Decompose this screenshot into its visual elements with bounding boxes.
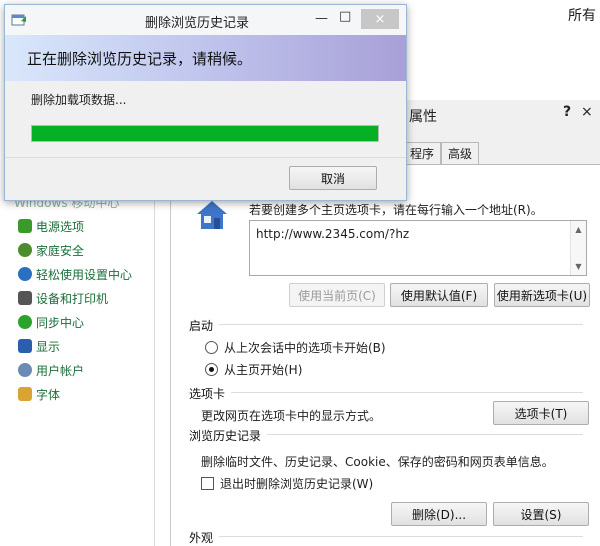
accessibility-icon	[18, 267, 32, 281]
cancel-button[interactable]: 取消	[289, 166, 377, 190]
sync-icon	[18, 315, 32, 329]
fonts-folder-icon	[18, 387, 32, 401]
sidebar-item-fonts[interactable]: 字体	[18, 384, 60, 404]
section-divider	[267, 434, 583, 435]
delete-history-on-exit-checkbox[interactable]: 退出时删除浏览历史记录(W)	[201, 475, 373, 492]
dialog-header-banner: 正在删除浏览历史记录，请稍候。	[5, 35, 406, 81]
history-section-label: 浏览历史记录	[189, 429, 262, 443]
history-settings-button[interactable]: 设置(S)	[493, 502, 589, 526]
section-divider	[219, 324, 583, 325]
tab-bar: 程序 高级	[403, 142, 480, 164]
sidebar-item-label: 字体	[36, 387, 61, 402]
printer-icon	[18, 291, 32, 305]
scroll-down-arrow-icon[interactable]: ▼	[571, 262, 586, 271]
app-icon	[11, 14, 26, 26]
sidebar-item-label: 家庭安全	[36, 243, 85, 258]
help-button[interactable]: ?	[563, 104, 571, 120]
delete-history-progress-dialog: 删除浏览历史记录 — □ × 正在删除浏览历史记录，请稍候。 删除加载项数据..…	[4, 4, 407, 201]
maximize-button[interactable]: □	[339, 9, 351, 24]
sidebar-item-family-safety[interactable]: 家庭安全	[18, 240, 84, 260]
section-divider	[231, 392, 583, 393]
sidebar-item-display[interactable]: 显示	[18, 336, 60, 356]
sidebar-item-label: 同步中心	[36, 315, 85, 330]
radio-label: 从主页开始(H)	[224, 363, 303, 377]
footer-divider	[5, 157, 406, 158]
general-tab-panel: 若要创建多个主页选项卡，请在每行输入一个地址(R)。 http://www.23…	[171, 164, 600, 546]
use-new-tab-button[interactable]: 使用新选项卡(U)	[494, 283, 590, 307]
section-divider	[219, 536, 583, 537]
control-panel-topbar: 所有	[400, 0, 600, 30]
users-icon	[18, 363, 32, 377]
power-icon	[18, 219, 32, 233]
checkbox-label: 退出时删除浏览历史记录(W)	[220, 477, 374, 491]
homepage-url-textarea[interactable]: http://www.2345.com/?hz ▲ ▼	[249, 220, 587, 276]
sidebar-item-sync-center[interactable]: 同步中心	[18, 312, 84, 332]
sidebar-item-user-accounts[interactable]: 用户帐户	[18, 360, 84, 380]
close-icon: ×	[374, 11, 386, 27]
close-button[interactable]: ×	[361, 9, 399, 29]
radio-circle[interactable]	[205, 341, 218, 354]
home-icon	[197, 201, 227, 229]
history-description: 删除临时文件、历史记录、Cookie、保存的密码和网页表单信息。	[201, 455, 554, 469]
sidebar-item-label: 显示	[36, 339, 61, 354]
homepage-hint: 若要创建多个主页选项卡，请在每行输入一个地址(R)。	[249, 203, 543, 217]
dialog-titlebar[interactable]: 删除浏览历史记录 — □ ×	[5, 5, 406, 35]
radio-start-last-session[interactable]: 从上次会话中的选项卡开始(B)	[205, 339, 386, 356]
sidebar-item-power-options[interactable]: 电源选项	[18, 216, 84, 236]
delete-history-button[interactable]: 删除(D)...	[391, 502, 487, 526]
tab-programs[interactable]: 程序	[403, 142, 442, 164]
startup-section-label: 启动	[189, 319, 214, 333]
tabs-section-description: 更改网页在选项卡中的显示方式。	[201, 409, 382, 423]
dialog-title: 属性	[409, 109, 437, 125]
dialog-heading: 正在删除浏览历史记录，请稍候。	[27, 50, 253, 68]
sidebar-item-label: 用户帐户	[36, 363, 85, 378]
dialog-title: 删除浏览历史记录	[145, 16, 250, 31]
progress-status-text: 删除加载项数据...	[31, 93, 127, 107]
use-current-button[interactable]: 使用当前页(C)	[289, 283, 385, 307]
checkbox-box[interactable]	[201, 477, 214, 490]
textarea-scrollbar[interactable]: ▲ ▼	[570, 221, 586, 275]
tab-advanced[interactable]: 高级	[441, 142, 480, 164]
family-icon	[18, 243, 32, 257]
close-button[interactable]: ×	[581, 104, 593, 120]
monitor-icon	[18, 339, 32, 353]
progress-bar	[31, 125, 379, 142]
control-panel-list: Windows 移动中心 电源选项 家庭安全 轻松使用设置中心 设备和打印机 同…	[0, 178, 155, 546]
scroll-up-arrow-icon[interactable]: ▲	[571, 225, 586, 234]
use-default-button[interactable]: 使用默认值(F)	[390, 283, 488, 307]
sidebar-item-label: 轻松使用设置中心	[36, 267, 133, 282]
sidebar-item-ease-of-access[interactable]: 轻松使用设置中心	[18, 264, 132, 284]
sidebar-item-label: 电源选项	[36, 219, 85, 234]
homepage-url-value: http://www.2345.com/?hz	[256, 227, 410, 241]
minimize-button[interactable]: —	[315, 11, 328, 26]
tabs-settings-button[interactable]: 选项卡(T)	[493, 401, 589, 425]
progress-bar-fill	[32, 126, 378, 141]
appearance-section-label: 外观	[189, 531, 214, 545]
radio-label: 从上次会话中的选项卡开始(B)	[224, 341, 386, 355]
all-items-label: 所有	[568, 8, 596, 24]
radio-circle-selected[interactable]	[205, 363, 218, 376]
tabs-section-label: 选项卡	[189, 387, 226, 401]
sidebar-item-label: 设备和打印机	[36, 291, 109, 306]
sidebar-item-devices-printers[interactable]: 设备和打印机	[18, 288, 108, 308]
radio-start-homepage[interactable]: 从主页开始(H)	[205, 361, 302, 378]
